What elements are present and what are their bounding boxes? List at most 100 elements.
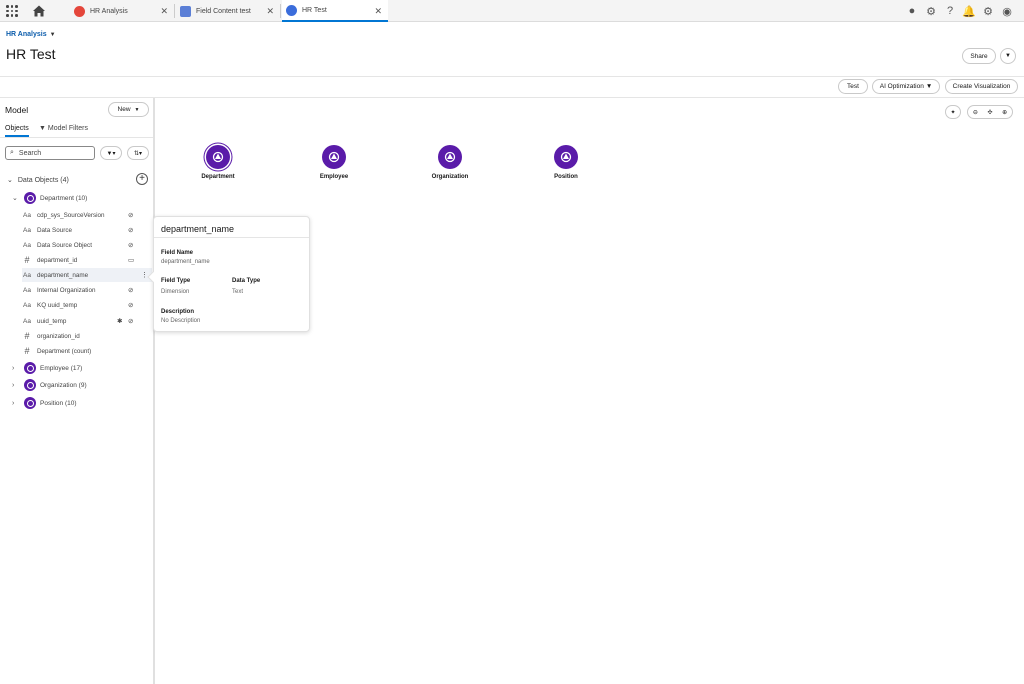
sort-icon: ⇅▾: [133, 150, 143, 157]
object-label: Employee: [40, 364, 69, 372]
caret-down-icon: ▼: [925, 83, 933, 90]
number-type-icon: #: [24, 255, 30, 265]
node-label: Employee: [319, 174, 349, 180]
object-row-organization[interactable]: › Organization (9): [12, 378, 87, 392]
more-actions-button[interactable]: ▼: [1000, 48, 1016, 64]
add-object-button[interactable]: +: [136, 173, 148, 185]
hidden-eye-icon[interactable]: ⊘: [128, 286, 133, 294]
test-button[interactable]: Test: [838, 79, 868, 94]
chevron-right-icon: ›: [12, 399, 15, 407]
text-type-icon: Aa: [23, 211, 31, 219]
share-button[interactable]: Share: [962, 48, 996, 64]
pin-icon[interactable]: ✱: [117, 317, 122, 325]
data-object-icon: [24, 362, 36, 374]
filter-menu-button[interactable]: ▼▾: [100, 146, 122, 160]
field-row[interactable]: Aa cdp_sys_SourceVersion ⊘: [22, 208, 152, 222]
field-row[interactable]: Aa Data Source Object ⊘: [22, 238, 152, 252]
new-button[interactable]: New ▼: [108, 102, 149, 117]
fit-view-icon[interactable]: ✣: [987, 109, 992, 116]
home-icon[interactable]: [31, 3, 47, 19]
field-row[interactable]: Aa Internal Organization ⊘: [22, 283, 152, 297]
model-canvas[interactable]: ✦ ⊖ ✣ ⊕ Department Employee Organization…: [157, 98, 1024, 684]
hidden-eye-icon[interactable]: ⊘: [128, 317, 133, 325]
setup-assistant-icon[interactable]: ⚙: [924, 3, 938, 19]
hr-analysis-tab-icon: [74, 5, 85, 17]
sort-menu-button[interactable]: ⇅▾: [127, 146, 149, 160]
action-bar: Test AI Optimization ▼ Create Visualizati…: [0, 77, 1024, 98]
zoom-controls: ⊖ ✣ ⊕: [967, 105, 1013, 119]
canvas-node-position[interactable]: Position: [536, 145, 596, 180]
object-label: Organization: [40, 381, 77, 389]
search-input[interactable]: ⌕ Search: [5, 146, 95, 160]
node-label: Position: [554, 174, 578, 180]
text-type-icon: Aa: [23, 286, 31, 294]
canvas-node-organization[interactable]: Organization: [420, 145, 480, 180]
node-label: Organization: [431, 174, 469, 180]
close-icon[interactable]: ✕: [160, 6, 168, 17]
zoom-in-icon[interactable]: ⊕: [1002, 109, 1007, 116]
tab-hr-analysis[interactable]: HR Analysis ✕: [70, 0, 175, 22]
field-row-selected[interactable]: Aa department_name ⋮: [22, 268, 152, 282]
close-icon[interactable]: ✕: [374, 6, 382, 17]
caret-down-icon: ▼: [49, 32, 56, 38]
object-label: Position: [40, 399, 64, 407]
avatar-icon[interactable]: ◉: [1000, 3, 1014, 19]
field-label: Internal Organization: [37, 286, 96, 294]
tab-hr-test[interactable]: HR Test ✕: [282, 0, 388, 22]
page-header: HR Analysis ▼ HR Test Share ▼: [0, 22, 1024, 77]
field-name-label: Field Name: [161, 250, 194, 256]
auto-layout-button[interactable]: ✦: [945, 105, 961, 119]
field-row[interactable]: # Department (count): [22, 344, 152, 358]
object-count: (10): [64, 399, 77, 407]
notifications-icon[interactable]: 🔔: [962, 3, 976, 19]
model-tab-icon: [286, 4, 297, 16]
data-objects-header[interactable]: ⌄ Data Objects (4): [7, 176, 69, 185]
number-type-icon: #: [24, 331, 30, 341]
tab-objects[interactable]: Objects: [5, 125, 29, 137]
agent-icon[interactable]: ●: [905, 3, 919, 19]
canvas-node-department[interactable]: Department: [188, 145, 248, 180]
field-label: KQ uuid_temp: [37, 301, 78, 309]
tab-model-filters[interactable]: ▼ Model Filters: [39, 125, 88, 132]
field-label: department_id: [37, 256, 78, 264]
close-icon[interactable]: ✕: [266, 6, 274, 17]
hidden-eye-icon[interactable]: ⊘: [128, 241, 133, 249]
model-panel: Model New ▼ Objects ▼ Model Filters ⌕ Se…: [0, 98, 155, 684]
breadcrumb[interactable]: HR Analysis ▼: [6, 31, 56, 38]
field-type-value: Dimension: [161, 289, 190, 295]
object-count: (17): [70, 364, 83, 372]
ai-optimization-button[interactable]: AI Optimization ▼: [872, 79, 940, 94]
field-row[interactable]: # department_id ▭: [22, 253, 152, 267]
data-object-icon: [206, 145, 230, 169]
object-count: (9): [78, 381, 87, 389]
hidden-eye-icon[interactable]: ⊘: [128, 211, 133, 219]
data-object-icon: [554, 145, 578, 169]
create-visualization-button[interactable]: Create Visualization: [945, 79, 1018, 94]
canvas-node-employee[interactable]: Employee: [304, 145, 364, 180]
hidden-eye-icon[interactable]: ⊘: [128, 226, 133, 234]
field-row[interactable]: Aa uuid_temp ✱ ⊘: [22, 314, 152, 328]
field-row[interactable]: # organization_id: [22, 329, 152, 343]
field-row[interactable]: Aa KQ uuid_temp ⊘: [22, 298, 152, 312]
chevron-down-icon: ⌄: [12, 195, 18, 202]
zoom-out-icon[interactable]: ⊖: [973, 109, 978, 116]
help-icon[interactable]: ?: [943, 3, 957, 19]
field-label: cdp_sys_SourceVersion: [37, 211, 105, 219]
object-row-department[interactable]: ⌄ Department (10): [12, 191, 87, 205]
object-row-position[interactable]: › Position (10): [12, 396, 77, 410]
tab-bar: HR Analysis ✕ Field Content test ✕ HR Te…: [0, 0, 1024, 22]
text-type-icon: Aa: [23, 317, 31, 325]
filter-icon: ▼: [39, 125, 46, 132]
text-type-icon: Aa: [23, 271, 31, 279]
monitor-icon[interactable]: ▭: [128, 256, 134, 264]
kebab-menu-icon[interactable]: ⋮: [141, 271, 148, 279]
field-row[interactable]: Aa Data Source ⊘: [22, 223, 152, 237]
hidden-eye-icon[interactable]: ⊘: [128, 301, 133, 309]
app-launcher-icon[interactable]: [6, 5, 18, 17]
model-title: Model: [5, 105, 29, 115]
object-row-employee[interactable]: › Employee (17): [12, 361, 82, 375]
tab-field-content-test[interactable]: Field Content test ✕: [176, 0, 281, 22]
field-details-popover: department_name Field Name department_na…: [147, 216, 310, 332]
data-object-icon: [24, 397, 36, 409]
settings-gear-icon[interactable]: ⚙: [981, 3, 995, 19]
